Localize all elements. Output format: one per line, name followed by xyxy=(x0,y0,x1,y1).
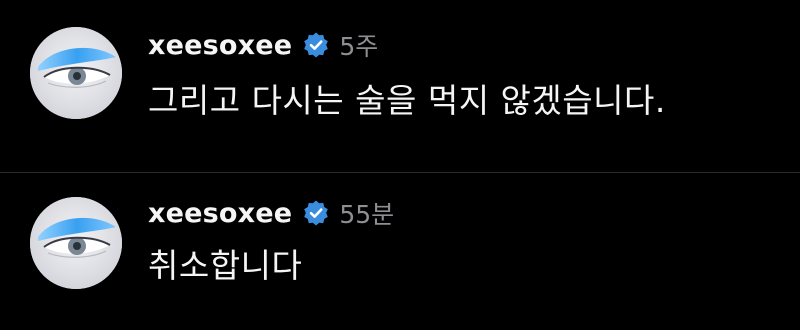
timestamp: 55분 xyxy=(339,200,395,229)
verified-badge-icon xyxy=(302,199,330,227)
avatar[interactable] xyxy=(30,197,122,289)
username[interactable]: xeesoxee xyxy=(148,30,292,61)
comment-item: xeesoxee 5주 그리고 다시는 술을 먹지 않겠습니다. xyxy=(0,0,800,172)
comment-header: xeesoxee 5주 xyxy=(148,25,378,65)
avatar-image xyxy=(30,27,122,119)
timestamp: 5주 xyxy=(339,32,379,61)
verified-badge-icon xyxy=(302,31,330,59)
avatar[interactable] xyxy=(30,27,122,119)
divider xyxy=(0,172,800,173)
comment-text: 그리고 다시는 술을 먹지 않겠습니다. xyxy=(148,81,666,120)
comment-item: xeesoxee 55분 취소합니다 xyxy=(0,174,800,330)
username[interactable]: xeesoxee xyxy=(148,198,292,229)
avatar-image xyxy=(30,197,122,289)
comment-header: xeesoxee 55분 xyxy=(148,193,394,233)
comment-text: 취소합니다 xyxy=(148,246,303,285)
